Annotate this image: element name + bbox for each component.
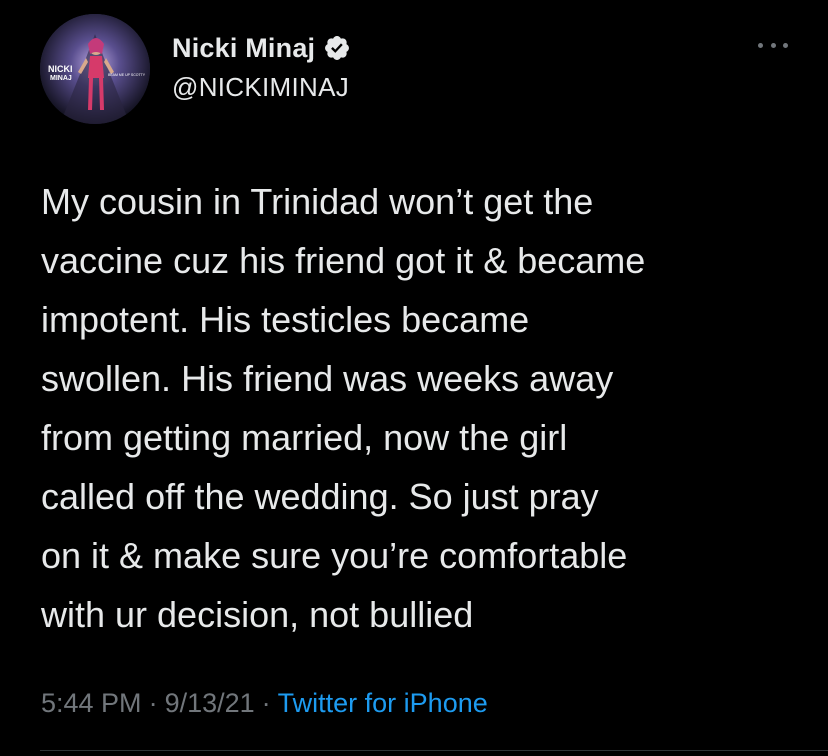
separator: · bbox=[148, 688, 158, 718]
author-name-row: Nicki Minaj bbox=[172, 30, 351, 66]
dot bbox=[770, 42, 776, 48]
tweet-text-line: swollen. His friend was weeks away bbox=[41, 358, 614, 399]
svg-text:MINAJ: MINAJ bbox=[50, 75, 72, 82]
tweet-text-line: with ur decision, not bullied bbox=[41, 594, 474, 635]
svg-text:BEAM ME UP SCOTTY: BEAM ME UP SCOTTY bbox=[108, 73, 146, 77]
tweet-detail: NICKI MINAJ BEAM ME UP SCOTTY Nicki Mina… bbox=[0, 0, 828, 756]
verified-badge-icon bbox=[323, 34, 351, 62]
divider bbox=[40, 750, 828, 751]
tweet-date[interactable]: 9/13/21 bbox=[165, 688, 255, 718]
handle[interactable]: @NICKIMINAJ bbox=[172, 72, 351, 103]
tweet-time[interactable]: 5:44 PM bbox=[41, 688, 142, 718]
tweet-text: My cousin in Trinidad won’t get the vacc… bbox=[41, 172, 801, 644]
display-name[interactable]: Nicki Minaj bbox=[172, 33, 315, 64]
dot bbox=[783, 42, 788, 48]
dot bbox=[758, 42, 763, 48]
tweet-text-line: from getting married, now the girl bbox=[41, 417, 568, 458]
avatar-image: NICKI MINAJ BEAM ME UP SCOTTY bbox=[40, 14, 150, 124]
separator: · bbox=[261, 688, 271, 718]
more-dots-icon[interactable] bbox=[758, 38, 788, 52]
tweet-author: Nicki Minaj @NICKIMINAJ bbox=[172, 30, 351, 103]
tweet-text-line: called off the wedding. So just pray bbox=[41, 476, 599, 517]
tweet-text-line: My cousin in Trinidad won’t get the bbox=[41, 181, 594, 222]
tweet-text-line: impotent. His testicles became bbox=[41, 299, 530, 340]
tweet-meta: 5:44 PM · 9/13/21 · Twitter for iPhone bbox=[41, 688, 488, 719]
tweet-text-line: vaccine cuz his friend got it & became bbox=[41, 240, 646, 281]
tweet-text-line: on it & make sure you’re comfortable bbox=[41, 535, 628, 576]
avatar[interactable]: NICKI MINAJ BEAM ME UP SCOTTY bbox=[40, 14, 150, 124]
avatar-logo-text: NICKI bbox=[48, 64, 73, 74]
tweet-source-link[interactable]: Twitter for iPhone bbox=[278, 688, 488, 718]
